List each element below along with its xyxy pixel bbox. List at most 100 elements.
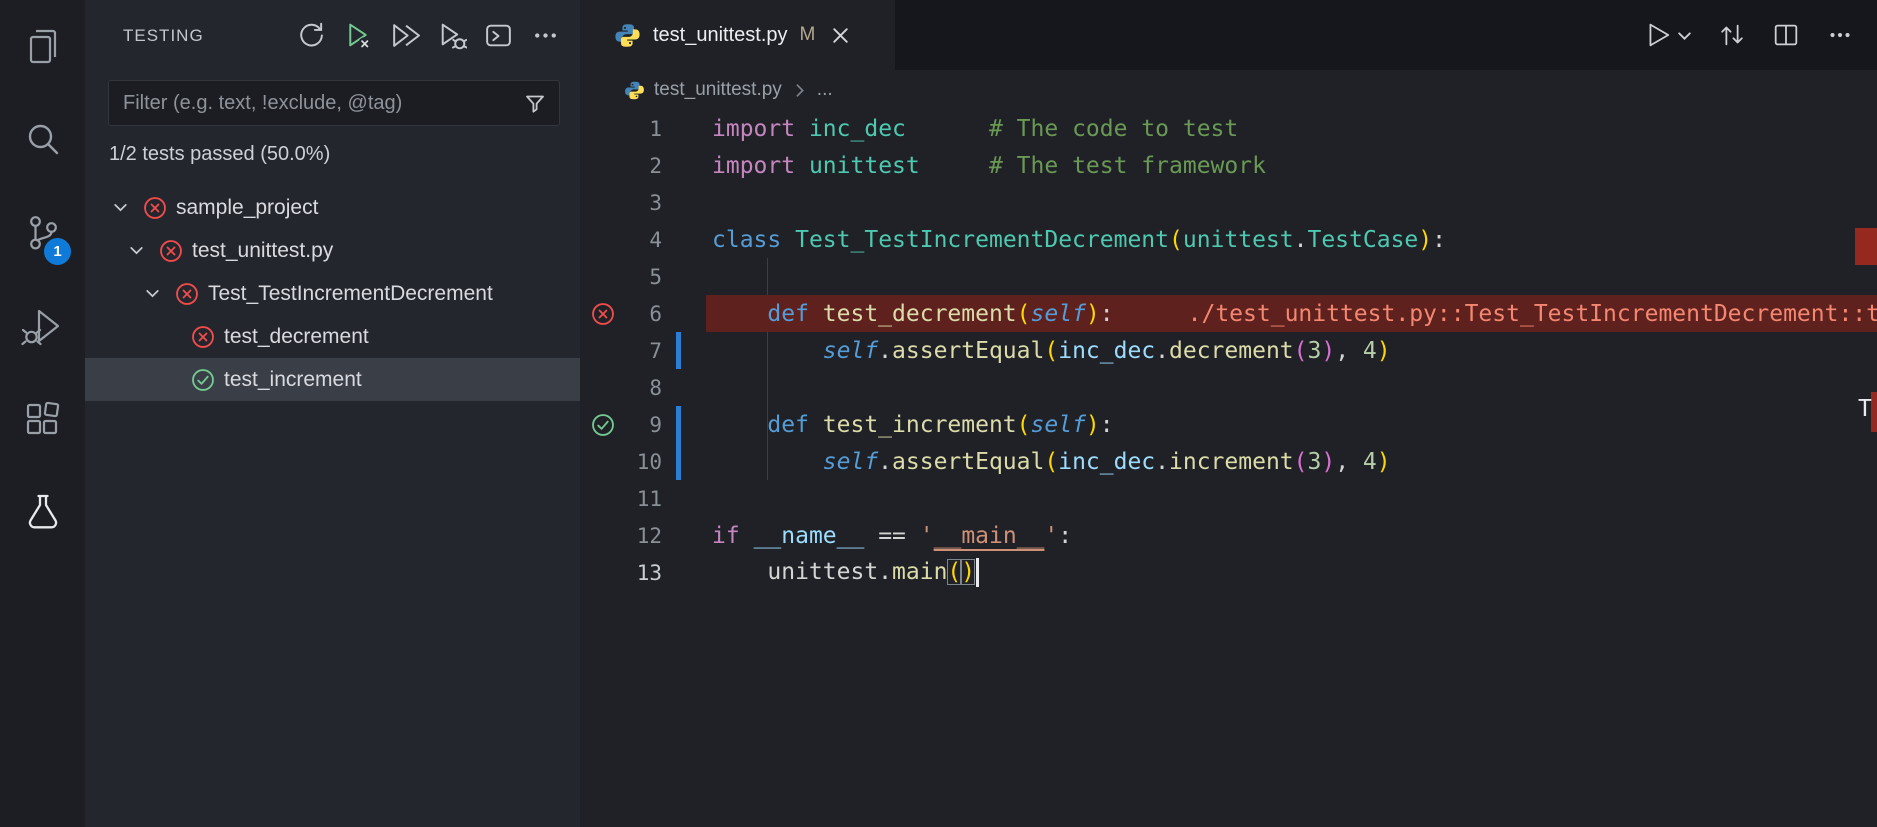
- activity-source-control[interactable]: 1: [0, 186, 85, 279]
- split-editor-button[interactable]: [1771, 20, 1801, 50]
- test-failed-icon: [174, 281, 200, 307]
- test-tree-item[interactable]: test_decrement: [85, 315, 580, 358]
- python-file-icon: [614, 22, 641, 49]
- open-changes-icon: [1717, 20, 1747, 50]
- chevron-right-icon: [791, 82, 808, 99]
- activity-explorer[interactable]: [0, 0, 85, 93]
- tests-status-text: 1/2 tests passed (50.0%): [109, 143, 331, 165]
- test-filter-box: [108, 80, 560, 126]
- modified-line-indicator: [676, 332, 681, 369]
- code-line[interactable]: 8: [580, 369, 1877, 406]
- python-file-icon: [624, 80, 645, 101]
- panel-title: TESTING: [123, 26, 204, 45]
- testing-panel-header: TESTING: [85, 0, 580, 70]
- line-number[interactable]: 12: [626, 524, 662, 548]
- search-icon: [21, 118, 65, 162]
- modified-badge: M: [799, 24, 816, 45]
- split-editor-icon: [1771, 20, 1801, 50]
- code-line[interactable]: 2 import unittest # The test framework: [580, 147, 1877, 184]
- debug-tests-icon: [436, 20, 467, 51]
- test-failed-icon: [190, 324, 216, 350]
- open-changes-button[interactable]: [1717, 20, 1747, 50]
- code-line[interactable]: 13 unittest.main(): [580, 554, 1877, 591]
- code-line[interactable]: 7 self.assertEqual(inc_dec.decrement(3),…: [580, 332, 1877, 369]
- code-line[interactable]: 12 if __name__ == '__main__':: [580, 517, 1877, 554]
- test-failed-icon: [142, 195, 168, 221]
- rerun-failed-tests-button[interactable]: [340, 18, 374, 52]
- chevron-down-icon: [112, 200, 138, 216]
- test-tree: sample_project test_unittest.py Test_TestI…: [85, 186, 580, 401]
- line-number[interactable]: 13: [626, 561, 662, 585]
- test-tree-item[interactable]: sample_project: [85, 186, 580, 229]
- line-number[interactable]: 4: [626, 228, 662, 252]
- test-filter-input[interactable]: [109, 91, 523, 115]
- line-number[interactable]: 9: [626, 413, 662, 437]
- test-tree-item-label: test_increment: [224, 367, 362, 391]
- clipped-text-fragment: T: [1858, 396, 1872, 422]
- line-number[interactable]: 11: [626, 487, 662, 511]
- code-line[interactable]: 9 def test_increment(self):: [580, 406, 1877, 443]
- scm-badge: 1: [44, 238, 71, 265]
- test-tree-item-label: sample_project: [176, 195, 319, 219]
- breadcrumb-symbol[interactable]: ...: [817, 79, 833, 101]
- test-tree-item-label: test_unittest.py: [192, 238, 334, 262]
- test-tree-item[interactable]: test_unittest.py: [85, 229, 580, 272]
- files-icon: [21, 25, 65, 69]
- run-debug-icon: [20, 304, 65, 348]
- line-number[interactable]: 8: [626, 376, 662, 400]
- more-actions-button[interactable]: [528, 18, 562, 52]
- line-number[interactable]: 7: [626, 339, 662, 363]
- modified-line-indicator: [676, 406, 681, 480]
- run-failed-icon: [342, 20, 373, 51]
- code-line[interactable]: 1 import inc_dec # The code to test: [580, 110, 1877, 147]
- code-line[interactable]: 4 class Test_TestIncrementDecrement(unitt…: [580, 221, 1877, 258]
- activity-extensions[interactable]: [0, 372, 85, 465]
- run-python-file-button[interactable]: [1642, 20, 1693, 50]
- text-cursor: [976, 558, 980, 587]
- debug-tests-button[interactable]: [434, 18, 468, 52]
- code-area: 1 import inc_dec # The code to test 2 impor…: [580, 110, 1877, 591]
- gutter-test-passed-icon[interactable]: [580, 412, 626, 438]
- line-number[interactable]: 1: [626, 117, 662, 141]
- line-number[interactable]: 6: [626, 302, 662, 326]
- tab-title: test_unittest.py: [653, 23, 788, 46]
- show-test-output-button[interactable]: [481, 18, 515, 52]
- refresh-tests-button[interactable]: [293, 18, 327, 52]
- activity-run-debug[interactable]: [0, 279, 85, 372]
- test-failed-icon: [158, 238, 184, 264]
- activity-bar: 1: [0, 0, 85, 827]
- code-line[interactable]: 6 def test_decrement(self): ./test_unitte…: [580, 295, 1877, 332]
- gutter-test-failed-icon[interactable]: [580, 301, 626, 327]
- run-all-tests-button[interactable]: [387, 18, 421, 52]
- ellipsis-icon: [530, 20, 561, 51]
- activity-testing[interactable]: [0, 465, 85, 558]
- breadcrumb-file[interactable]: test_unittest.py: [654, 79, 782, 101]
- tab-test_unittest[interactable]: test_unittest.py M: [580, 0, 895, 70]
- extensions-icon: [21, 397, 65, 441]
- beaker-icon: [21, 490, 65, 534]
- code-line[interactable]: 5: [580, 258, 1877, 295]
- breadcrumb: test_unittest.py ...: [580, 70, 1877, 110]
- line-number[interactable]: 3: [626, 191, 662, 215]
- test-tree-item-label: test_decrement: [224, 324, 369, 348]
- test-tree-item-label: Test_TestIncrementDecrement: [208, 281, 493, 305]
- close-tab-icon[interactable]: [829, 24, 852, 47]
- refresh-icon: [295, 20, 326, 51]
- ellipsis-icon: [1825, 20, 1855, 50]
- editor-more-actions-button[interactable]: [1825, 20, 1855, 50]
- code-line[interactable]: 10 self.assertEqual(inc_dec.increment(3)…: [580, 443, 1877, 480]
- editor-group: test_unittest.py M test_unittest.py ... …: [580, 0, 1877, 827]
- test-tree-item[interactable]: test_increment: [85, 358, 580, 401]
- run-icon: [1642, 20, 1672, 50]
- overview-ruler-error-mark: [1855, 228, 1877, 265]
- activity-search[interactable]: [0, 93, 85, 186]
- chevron-down-icon[interactable]: [1676, 27, 1693, 44]
- test-tree-item[interactable]: Test_TestIncrementDecrement: [85, 272, 580, 315]
- line-number[interactable]: 10: [626, 450, 662, 474]
- line-number[interactable]: 2: [626, 154, 662, 178]
- chevron-down-icon: [144, 286, 170, 302]
- line-number[interactable]: 5: [626, 265, 662, 289]
- filter-icon[interactable]: [523, 91, 547, 115]
- code-line[interactable]: 3: [580, 184, 1877, 221]
- code-line[interactable]: 11: [580, 480, 1877, 517]
